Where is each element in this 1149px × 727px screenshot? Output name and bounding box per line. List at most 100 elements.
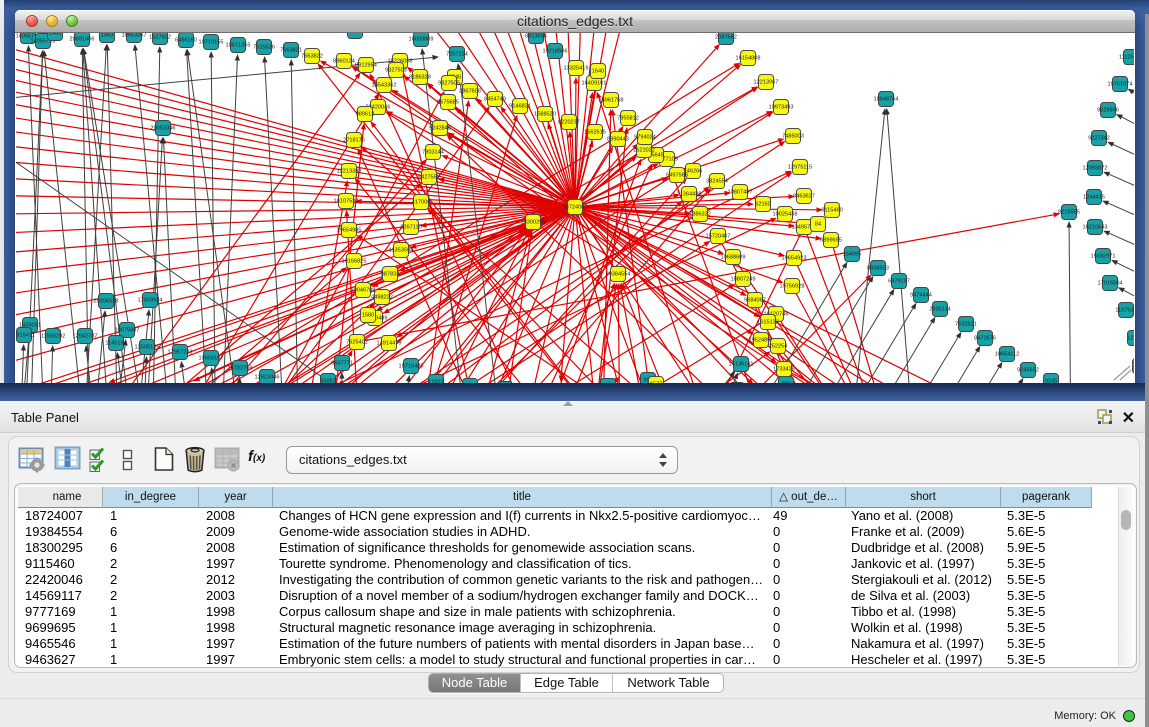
svg-text:1145194: 1145194	[105, 341, 126, 347]
svg-text:989612: 989612	[356, 112, 375, 118]
svg-text:19166825: 19166825	[342, 259, 367, 265]
svg-text:8220237: 8220237	[558, 120, 580, 126]
svg-text:9327505: 9327505	[438, 81, 460, 87]
svg-text:7663822: 7663822	[301, 54, 323, 60]
svg-text:1063: 1063	[101, 33, 113, 39]
svg-text:9463627: 9463627	[793, 194, 815, 200]
svg-text:15720407: 15720407	[706, 234, 731, 240]
svg-text:12103: 12103	[1127, 336, 1134, 342]
svg-text:10958107: 10958107	[199, 356, 224, 362]
svg-text:9657771: 9657771	[331, 361, 353, 367]
svg-text:8427552: 8427552	[418, 175, 440, 181]
svg-text:10648764: 10648764	[874, 97, 899, 103]
svg-text:20206538: 20206538	[94, 299, 119, 305]
svg-text:16782759: 16782759	[228, 366, 253, 372]
svg-text:12505135: 12505135	[135, 345, 160, 351]
svg-text:9242848: 9242848	[429, 126, 451, 132]
svg-text:10807487: 10807487	[728, 190, 753, 196]
svg-text:17016504: 17016504	[1098, 281, 1123, 287]
svg-text:7515526: 7515526	[253, 45, 275, 51]
svg-text:9115460: 9115460	[821, 208, 842, 214]
svg-text:164095: 164095	[843, 252, 862, 258]
svg-text:6879197: 6879197	[888, 279, 910, 285]
svg-text:1580: 1580	[362, 313, 374, 319]
svg-text:15716485: 15716485	[399, 364, 424, 370]
svg-text:3915411: 3915411	[16, 333, 35, 339]
svg-text:7485003: 7485003	[782, 134, 804, 140]
svg-text:10975887: 10975887	[115, 328, 140, 334]
svg-text:16961758: 16961758	[599, 98, 624, 104]
svg-text:8960124: 8960124	[333, 59, 355, 65]
svg-text:1527602: 1527602	[149, 35, 171, 41]
svg-text:8454749: 8454749	[484, 97, 506, 103]
svg-text:8675685: 8675685	[437, 100, 459, 106]
svg-text:16210643: 16210643	[1083, 225, 1108, 231]
svg-text:20053346: 20053346	[151, 126, 176, 132]
svg-text:10671355: 10671355	[226, 43, 251, 49]
svg-text:12975115: 12975115	[788, 165, 812, 171]
svg-text:10046788: 10046788	[351, 288, 376, 294]
svg-text:1244415: 1244415	[1083, 195, 1105, 201]
svg-text:19384554: 19384554	[606, 272, 631, 278]
svg-text:9794024: 9794024	[634, 135, 656, 141]
svg-text:1640: 1640	[592, 69, 604, 75]
svg-text:18807249: 18807249	[731, 277, 756, 283]
svg-text:16107534: 16107534	[334, 199, 359, 205]
svg-text:7955812: 7955812	[617, 116, 639, 122]
svg-text:15692971: 15692971	[1091, 254, 1116, 260]
svg-text:12213383: 12213383	[337, 169, 362, 175]
svg-text:1621022: 1621022	[633, 148, 655, 154]
svg-text:12093872: 12093872	[1083, 166, 1108, 172]
svg-text:17957223: 17957223	[168, 350, 193, 356]
svg-text:16543362: 16543362	[372, 83, 397, 89]
svg-text:4498222: 4498222	[371, 295, 393, 301]
svg-text:1405: 1405	[49, 33, 61, 37]
svg-text:20691406: 20691406	[70, 37, 95, 43]
svg-text:1167534: 1167534	[1115, 308, 1134, 314]
svg-text:10973493: 10973493	[769, 105, 794, 111]
svg-text:17859924: 17859924	[138, 298, 163, 304]
svg-text:62160: 62160	[755, 202, 771, 208]
svg-text:7663821: 7663821	[280, 48, 302, 54]
svg-text:6466160: 6466160	[175, 38, 197, 44]
svg-text:9245652: 9245652	[1017, 368, 1039, 374]
svg-text:2867608: 2867608	[459, 89, 481, 95]
svg-text:18724007: 18724007	[563, 205, 588, 211]
svg-text:8471676: 8471676	[974, 336, 996, 342]
svg-text:16409101: 16409101	[582, 81, 607, 87]
svg-text:8938923: 8938923	[867, 266, 889, 272]
svg-text:9327503: 9327503	[385, 68, 407, 74]
svg-text:8990443: 8990443	[607, 137, 629, 143]
svg-text:8267110: 8267110	[400, 225, 421, 231]
svg-text:12923446: 12923446	[255, 375, 280, 381]
svg-text:21364436: 21364436	[677, 192, 702, 198]
svg-text:12213967: 12213967	[754, 80, 779, 86]
svg-text:8813054: 8813054	[525, 34, 547, 40]
svg-text:10719155: 10719155	[199, 40, 224, 46]
svg-text:252254: 252254	[769, 344, 788, 350]
svg-text:16154808: 16154808	[736, 56, 761, 62]
svg-text:9329966: 9329966	[1097, 108, 1119, 114]
svg-text:10653267: 10653267	[122, 33, 147, 39]
svg-text:14914479: 14914479	[377, 341, 402, 347]
svg-text:9227342: 9227342	[1088, 136, 1110, 142]
svg-text:1562615: 1562615	[584, 130, 606, 136]
svg-text:1588520: 1588520	[534, 112, 556, 118]
svg-text:1615132: 1615132	[757, 320, 779, 326]
svg-text:2087682: 2087682	[715, 35, 737, 41]
svg-text:10025438: 10025438	[773, 212, 798, 218]
svg-text:3824554: 3824554	[706, 179, 728, 185]
svg-text:1733426: 1733426	[773, 367, 795, 373]
svg-text:7386322: 7386322	[689, 212, 711, 218]
svg-text:11568292: 11568292	[41, 334, 65, 340]
svg-text:8912954: 8912954	[355, 63, 377, 69]
svg-text:8215955: 8215955	[1058, 210, 1080, 216]
svg-text:1005380: 1005380	[344, 33, 366, 35]
svg-text:6497568: 6497568	[666, 173, 688, 179]
svg-text:9146821: 9146821	[509, 104, 531, 110]
svg-text:7357224: 7357224	[446, 52, 468, 58]
svg-text:7625402: 7625402	[346, 340, 368, 346]
svg-text:11125419: 11125419	[1119, 55, 1134, 61]
svg-text:16033809: 16033809	[409, 37, 434, 43]
svg-text:417006: 417006	[412, 200, 431, 206]
